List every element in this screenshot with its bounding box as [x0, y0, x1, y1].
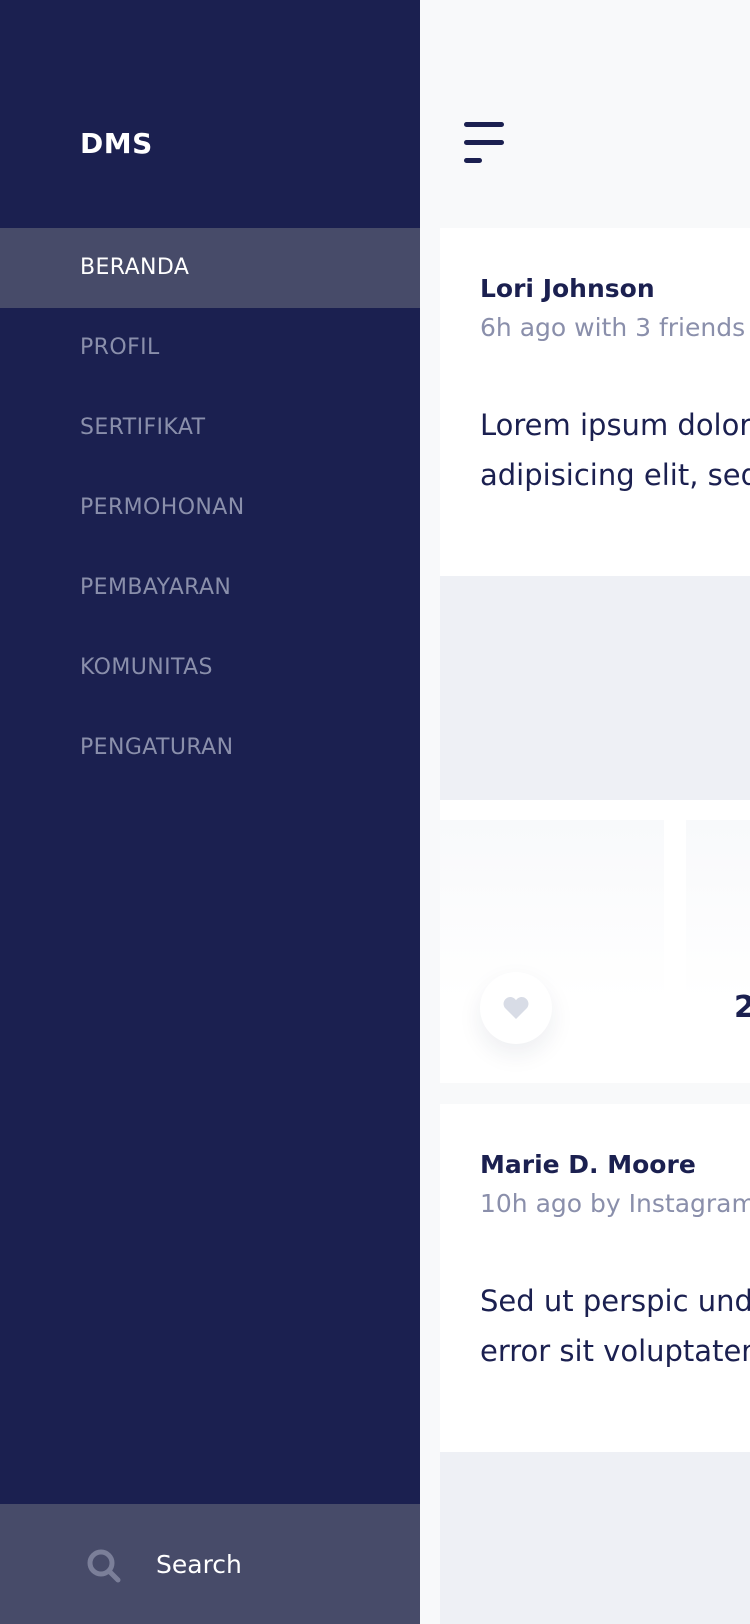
main-feed: Lori Johnson 6h ago with 3 friends Lorem… — [420, 0, 750, 1624]
post-thumbnail[interactable] — [686, 820, 750, 1000]
post-media[interactable] — [440, 576, 750, 800]
sidebar: DMS BERANDA PROFIL SERTIFIKAT PERMOHONAN… — [0, 0, 420, 1624]
post-card: Marie D. Moore 10h ago by Instagram Sed … — [440, 1104, 750, 1452]
post-author[interactable]: Lori Johnson — [480, 274, 750, 303]
post-author[interactable]: Marie D. Moore — [480, 1150, 750, 1179]
like-count: 2,4 — [734, 990, 750, 1025]
post-text-line: Lorem ipsum dolor — [480, 408, 750, 442]
sidebar-item-permohonan[interactable]: PERMOHONAN — [0, 468, 420, 548]
sidebar-item-sertifikat[interactable]: SERTIFIKAT — [0, 388, 420, 468]
sidebar-item-pengaturan[interactable]: PENGATURAN — [0, 708, 420, 788]
post-meta: 6h ago with 3 friends — [480, 313, 746, 342]
post-media[interactable] — [440, 1452, 750, 1624]
sidebar-item-komunitas[interactable]: KOMUNITAS — [0, 628, 420, 708]
sidebar-item-profil[interactable]: PROFIL — [0, 308, 420, 388]
post-text-line: adipisicing elit, sed — [480, 458, 750, 492]
post-text: Sed ut perspic unde error sit voluptatem — [440, 1276, 750, 1376]
sidebar-item-beranda[interactable]: BERANDA — [0, 228, 420, 308]
like-button[interactable] — [480, 972, 552, 1044]
heart-icon — [503, 997, 529, 1019]
sidebar-item-pembayaran[interactable]: PEMBAYARAN — [0, 548, 420, 628]
post-text-line: error sit voluptatem — [480, 1334, 750, 1368]
post-meta: 10h ago by Instagram — [480, 1189, 750, 1218]
search-icon — [86, 1548, 122, 1584]
post-text-line: Sed ut perspic unde — [480, 1284, 750, 1318]
brand-logo: DMS — [80, 127, 153, 160]
sidebar-nav: BERANDA PROFIL SERTIFIKAT PERMOHONAN PEM… — [0, 228, 420, 788]
post-text: Lorem ipsum dolor adipisicing elit, sed — [440, 400, 750, 500]
search-label: Search — [156, 1550, 242, 1579]
post-thumbnail[interactable] — [440, 820, 664, 1000]
hamburger-menu-icon[interactable] — [464, 122, 508, 166]
sidebar-search[interactable]: Search — [0, 1504, 420, 1624]
post-card: Lori Johnson 6h ago with 3 friends Lorem… — [440, 228, 750, 576]
post-actions: 2,4 — [440, 800, 750, 1083]
